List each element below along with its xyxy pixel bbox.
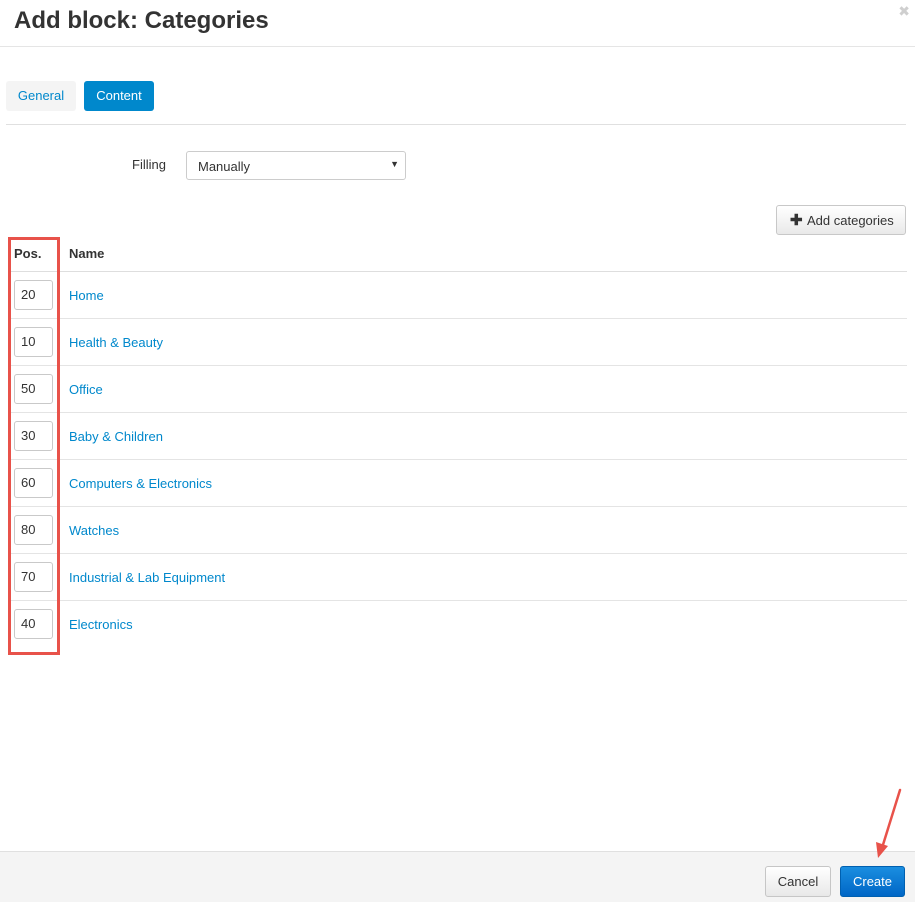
table-row: 20 Home xyxy=(8,272,907,319)
chevron-down-icon: ▼ xyxy=(390,159,399,169)
tab-general[interactable]: General xyxy=(6,81,76,111)
table-row: 60 Computers & Electronics xyxy=(8,460,907,507)
position-input[interactable]: 70 xyxy=(14,562,53,592)
category-link[interactable]: Office xyxy=(69,382,103,397)
position-input[interactable]: 60 xyxy=(14,468,53,498)
create-button[interactable]: Create xyxy=(840,866,905,897)
dialog-footer: Cancel Create xyxy=(0,851,915,902)
column-header-pos: Pos. xyxy=(14,246,42,261)
divider xyxy=(6,124,906,125)
dialog-header: Add block: Categories ✖ xyxy=(0,0,915,47)
cancel-button[interactable]: Cancel xyxy=(765,866,831,897)
position-input[interactable]: 80 xyxy=(14,515,53,545)
category-link[interactable]: Watches xyxy=(69,523,119,538)
category-link[interactable]: Electronics xyxy=(69,617,133,632)
table-row: 40 Electronics xyxy=(8,601,907,648)
position-input[interactable]: 10 xyxy=(14,327,53,357)
table-row: 30 Baby & Children xyxy=(8,413,907,460)
add-categories-button[interactable]: ✚ Add categories xyxy=(776,205,906,235)
table-row: 70 Industrial & Lab Equipment xyxy=(8,554,907,601)
add-categories-label: Add categories xyxy=(807,213,894,228)
position-input[interactable]: 20 xyxy=(14,280,53,310)
category-link[interactable]: Industrial & Lab Equipment xyxy=(69,570,225,585)
table-row: 50 Office xyxy=(8,366,907,413)
plus-icon: ✚ xyxy=(790,212,803,229)
category-link[interactable]: Health & Beauty xyxy=(69,335,163,350)
table-row: 10 Health & Beauty xyxy=(8,319,907,366)
position-input[interactable]: 50 xyxy=(14,374,53,404)
filling-select[interactable]: Manually ▼ xyxy=(186,151,406,180)
position-input[interactable]: 30 xyxy=(14,421,53,451)
close-icon[interactable]: ✖ xyxy=(898,4,910,18)
category-link[interactable]: Home xyxy=(69,288,104,303)
tab-content[interactable]: Content xyxy=(84,81,154,111)
column-header-name: Name xyxy=(69,246,105,261)
position-input[interactable]: 40 xyxy=(14,609,53,639)
table-row: 80 Watches xyxy=(8,507,907,554)
filling-select-value: Manually xyxy=(198,159,251,174)
filling-label: Filling xyxy=(132,157,166,172)
category-link[interactable]: Computers & Electronics xyxy=(69,476,212,491)
dialog-title: Add block: Categories xyxy=(14,7,269,34)
category-link[interactable]: Baby & Children xyxy=(69,429,163,444)
